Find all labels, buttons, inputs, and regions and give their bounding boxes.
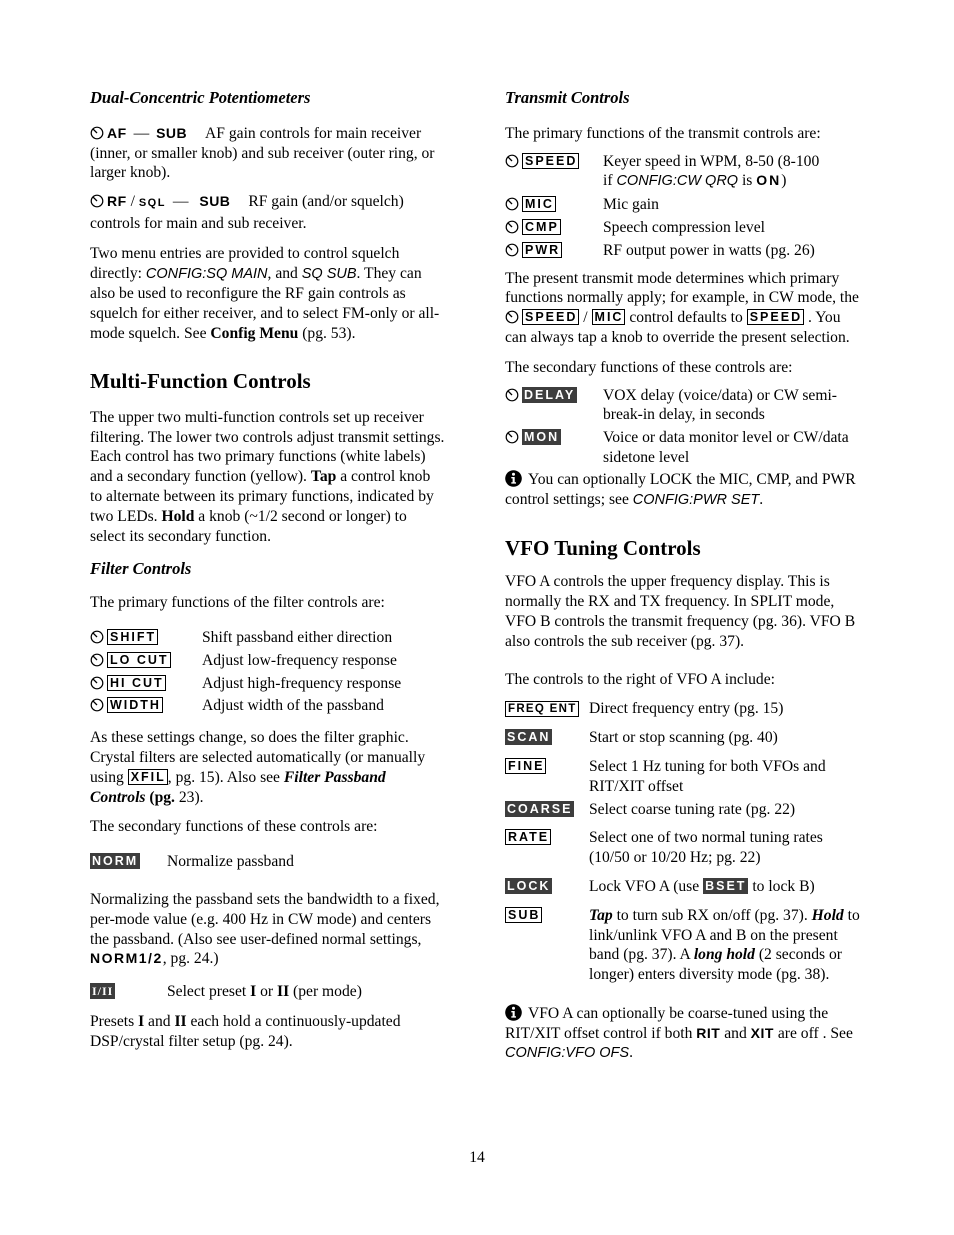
vfo-row-scan: SCAN Start or stop scanning (pg. 40) <box>505 729 778 747</box>
fine-key: FINE <box>505 757 547 774</box>
filter-row-hi-cut: HI CUT Adjust high-frequency response <box>90 674 445 694</box>
multi-function-paragraph: The upper two multi-function controls se… <box>90 408 445 545</box>
bset-key: BSET <box>703 877 749 894</box>
transmit-controls-heading: Transmit Controls <box>505 88 630 107</box>
dual-concentric-heading: Dual-Concentric Potentiometers <box>90 88 311 107</box>
coarse-tune-note: VFO A can optionally be coarse-tuned usi… <box>505 1004 853 1062</box>
xfil-key: XFIL <box>127 768 168 785</box>
sub-key: SUB <box>505 906 543 923</box>
transmit-row-speed: SPEED Keyer speed in WPM, 8-50 (8-100 if … <box>505 152 860 193</box>
transmit-row-pwr: PWR RF output power in watts (pg. 26) <box>505 241 860 261</box>
page-number: 14 <box>469 1149 485 1166</box>
width-key: WIDTH <box>107 697 163 714</box>
config-menu-link: Config Menu <box>210 324 299 342</box>
filter-controls-heading: Filter Controls <box>90 559 192 579</box>
filter-row-shift: SHIFT Shift passband either direction <box>90 628 445 648</box>
vfo-row-coarse: COARSE Select coarse tuning rate (pg. 22… <box>505 800 796 818</box>
transmit-secondary-intro: The secondary functions of these control… <box>505 358 793 376</box>
knob-icon <box>90 194 104 208</box>
knob-icon <box>90 126 104 140</box>
transmit-row-cmp: CMP Speech compression level <box>505 218 860 238</box>
filter-row-lo-cut: LO CUT Adjust low-frequency response <box>90 651 445 671</box>
pwr-key: PWR <box>522 241 563 258</box>
lock-note: You can optionally LOCK the MIC, CMP, an… <box>505 470 856 508</box>
knob-icon <box>505 430 519 444</box>
transmit-secondary-list: DELAY VOX delay (voice/data) or CW semi-… <box>505 386 860 468</box>
coarse-key: COARSE <box>505 800 575 817</box>
vfo-row-freq-ent: FREQ ENT Direct frequency entry (pg. 15) <box>505 699 860 719</box>
cmp-key: CMP <box>522 218 561 235</box>
knob-icon <box>90 653 104 667</box>
lo-cut-key: LO CUT <box>107 651 171 668</box>
vfo-row-sub: SUB Tap to turn sub RX on/off (pg. 37). … <box>505 906 860 985</box>
filter-row-width: WIDTH Adjust width of the passband <box>90 696 445 716</box>
knob-icon <box>90 676 104 690</box>
transmit-row-mic: MIC Mic gain <box>505 195 860 215</box>
multi-function-heading: Multi-Function Controls <box>90 368 311 393</box>
vfo-row-rate: RATE Select one of two normal tuning rat… <box>505 828 860 868</box>
filter-primary-list: SHIFT Shift passband either direction LO… <box>90 628 445 716</box>
norm-row: NORM Normalize passband <box>90 853 294 871</box>
squelch-paragraph: Two menu entries are provided to control… <box>90 244 440 342</box>
knob-icon <box>505 310 519 324</box>
rf-sql-sub-entry: RF / SQL — SUB RF gain (and/or squelch) … <box>90 193 404 232</box>
right-column: Transmit Controls The primary functions … <box>505 88 860 1064</box>
filter-secondary-intro: The secondary functions of these control… <box>90 818 378 836</box>
mon-key: MON <box>522 429 562 446</box>
vfo-controls-list: FREQ ENT Direct frequency entry (pg. 15)… <box>505 699 860 985</box>
filter-graphic-paragraph: As these settings change, so does the fi… <box>90 729 426 806</box>
knob-icon <box>505 388 519 402</box>
preset-row: I/II Select preset I or II (per mode) <box>90 983 362 1001</box>
transmit-primary-list: SPEED Keyer speed in WPM, 8-50 (8-100 if … <box>505 152 860 261</box>
knob-icon <box>90 698 104 712</box>
transmit-row-delay: DELAY VOX delay (voice/data) or CW semi-… <box>505 386 860 426</box>
rate-key: RATE <box>505 829 552 846</box>
knob-icon <box>90 630 104 644</box>
hi-cut-key: HI CUT <box>107 674 166 691</box>
knob-icon <box>505 197 519 211</box>
vfo-tuning-heading: VFO Tuning Controls <box>505 536 701 561</box>
filter-intro: The primary functions of the filter cont… <box>90 594 385 612</box>
transmit-row-mon: MON Voice or data monitor level or CW/da… <box>505 428 860 468</box>
shift-key: SHIFT <box>107 628 159 645</box>
speed-key: SPEED <box>522 152 580 169</box>
delay-key: DELAY <box>522 386 578 403</box>
norm-key: NORM <box>90 853 141 870</box>
freq-ent-key: FREQ ENT <box>505 701 579 718</box>
preset-key: I/II <box>90 983 116 1000</box>
vfo-paragraph: VFO A controls the upper frequency displ… <box>505 573 856 650</box>
left-column: Dual-Concentric Potentiometers AF — SUB … <box>90 88 445 1051</box>
vfo-intro: The controls to the right of VFO A inclu… <box>505 670 775 688</box>
scan-key: SCAN <box>505 729 553 746</box>
transmit-intro: The primary functions of the transmit co… <box>505 124 821 142</box>
mic-key: MIC <box>522 196 556 213</box>
knob-icon <box>505 243 519 257</box>
transmit-mode-paragraph: The present transmit mode determines whi… <box>505 269 859 346</box>
info-icon <box>505 1004 522 1021</box>
vfo-row-lock: LOCK Lock VFO A (use BSET to lock B) <box>505 877 815 895</box>
knob-icon <box>505 154 519 168</box>
presets-paragraph: Presets I and II each hold a continuousl… <box>90 1012 401 1050</box>
info-icon <box>505 470 522 487</box>
lock-key: LOCK <box>505 877 553 894</box>
af-sub-entry: AF — SUB AF gain controls for main recei… <box>90 124 435 182</box>
normalize-paragraph: Normalizing the passband sets the bandwi… <box>90 890 440 968</box>
knob-icon <box>505 220 519 234</box>
vfo-row-fine: FINE Select 1 Hz tuning for both VFOs an… <box>505 757 860 797</box>
